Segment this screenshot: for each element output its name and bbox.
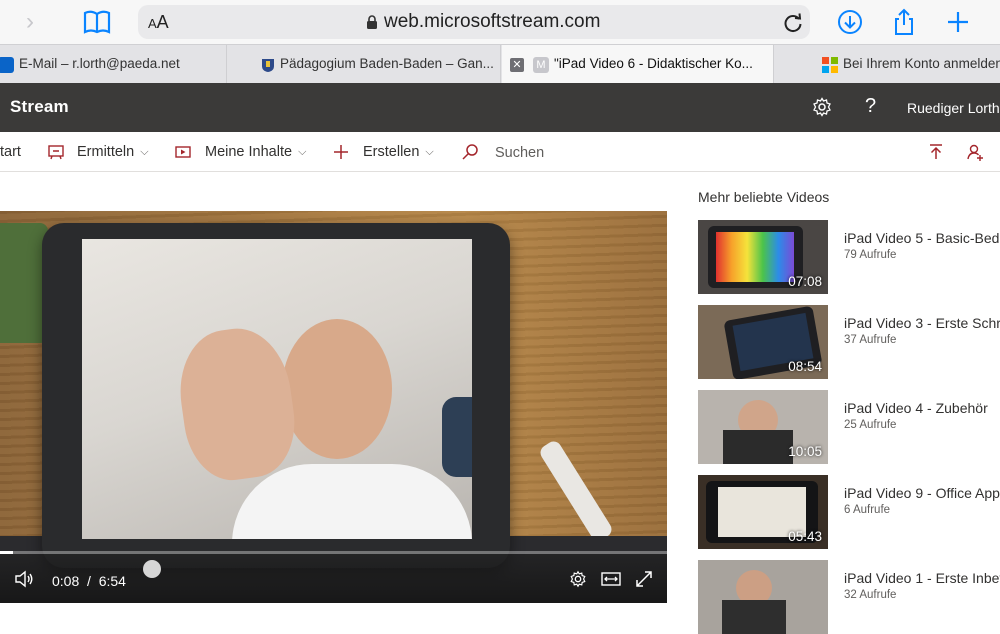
video-duration: 08:54 bbox=[788, 359, 822, 374]
reader-settings-button[interactable]: AA bbox=[148, 12, 169, 33]
video-duration: 05:43 bbox=[788, 529, 822, 544]
upload-icon[interactable] bbox=[927, 143, 945, 161]
share-icon[interactable] bbox=[890, 8, 918, 36]
video-person-hand bbox=[172, 322, 302, 486]
tab-label: E-Mail – r.lorth@paeda.net bbox=[19, 56, 180, 71]
video-settings-gear-icon[interactable] bbox=[568, 570, 588, 588]
related-video-item[interactable]: 10:05 iPad Video 4 - Zubehör 25 Aufrufe bbox=[698, 390, 1000, 464]
video-title[interactable]: iPad Video 4 - Zubehör bbox=[844, 400, 988, 416]
video-thumbnail[interactable]: 07:08 bbox=[698, 220, 828, 294]
volume-icon[interactable] bbox=[14, 570, 34, 588]
video-mug bbox=[0, 223, 48, 343]
video-person-head bbox=[282, 319, 392, 459]
stream-header: Stream ? Ruediger Lorth bbox=[0, 83, 1000, 132]
tab-email[interactable]: E-Mail – r.lorth@paeda.net bbox=[0, 45, 227, 83]
video-views: 37 Aufrufe bbox=[844, 334, 897, 346]
tab-account-login[interactable]: Bei Ihrem Konto anmelden bbox=[775, 45, 1000, 83]
chevron-down-icon: ⌵ bbox=[298, 146, 307, 158]
tab-label: "iPad Video 6 - Didaktischer Ko... bbox=[554, 56, 753, 71]
total-duration: 6:54 bbox=[98, 573, 126, 589]
video-controls: 0:08 / 6:54 bbox=[0, 554, 667, 603]
reload-icon[interactable] bbox=[782, 12, 804, 34]
video-title[interactable]: iPad Video 5 - Basic-Bedi bbox=[844, 230, 1000, 246]
related-video-item[interactable]: 07:08 iPad Video 5 - Basic-Bedi 79 Aufru… bbox=[698, 220, 1000, 294]
video-person-body bbox=[232, 464, 472, 539]
theater-mode-icon[interactable] bbox=[601, 570, 621, 588]
video-phone bbox=[442, 397, 472, 477]
close-tab-icon[interactable]: ✕ bbox=[510, 58, 524, 72]
video-title[interactable]: iPad Video 3 - Erste Schri bbox=[844, 315, 1000, 331]
nav-my-content[interactable]: Meine Inhalte ⌵ bbox=[205, 144, 306, 160]
stream-nav-bar: tart Ermitteln ⌵ Meine Inhalte ⌵ Erstellen… bbox=[0, 132, 1000, 172]
new-tab-icon[interactable] bbox=[944, 8, 972, 36]
fullscreen-icon[interactable] bbox=[634, 570, 654, 588]
nav-discover-label: Ermitteln bbox=[77, 144, 135, 160]
video-ipad bbox=[42, 223, 510, 568]
video-duration: 07:08 bbox=[788, 274, 822, 289]
chevron-down-icon: ⌵ bbox=[140, 146, 149, 158]
tab-paedagogium[interactable]: Pädagogium Baden-Baden – Gan... bbox=[228, 45, 501, 83]
video-thumbnail[interactable] bbox=[698, 560, 828, 634]
video-views: 6 Aufrufe bbox=[844, 504, 891, 516]
current-time: 0:08 bbox=[52, 573, 80, 589]
video-scrubber-handle[interactable] bbox=[143, 560, 161, 578]
video-ipad-screen bbox=[82, 239, 472, 539]
search-input[interactable]: Suchen bbox=[495, 145, 544, 161]
video-views: 79 Aufrufe bbox=[844, 249, 897, 261]
lock-icon bbox=[367, 15, 377, 29]
help-icon[interactable]: ? bbox=[865, 95, 876, 118]
discover-icon bbox=[48, 145, 64, 160]
related-video-item[interactable]: iPad Video 1 - Erste Inbet 32 Aufrufe bbox=[698, 560, 1000, 634]
browser-tab-bar: E-Mail – r.lorth@paeda.net Pädagogium Ba… bbox=[0, 44, 1000, 83]
video-thumbnail[interactable]: 10:05 bbox=[698, 390, 828, 464]
video-views: 25 Aufrufe bbox=[844, 419, 897, 431]
nav-discover[interactable]: Ermitteln ⌵ bbox=[77, 144, 149, 160]
video-views: 32 Aufrufe bbox=[844, 589, 897, 601]
settings-gear-icon[interactable] bbox=[812, 97, 832, 117]
app-title[interactable]: Stream bbox=[10, 97, 69, 117]
video-duration: 10:05 bbox=[788, 444, 822, 459]
tab-label: Bei Ihrem Konto anmelden bbox=[843, 56, 1000, 71]
nav-my-content-label: Meine Inhalte bbox=[205, 144, 293, 160]
forward-icon[interactable]: › bbox=[26, 10, 46, 34]
add-user-icon[interactable] bbox=[966, 143, 984, 161]
nav-create-label: Erstellen bbox=[363, 144, 420, 160]
address-bar[interactable]: AA web.microsoftstream.com bbox=[138, 5, 810, 39]
time-separator: / bbox=[87, 573, 91, 589]
nav-create[interactable]: Erstellen ⌵ bbox=[363, 144, 434, 160]
nav-start[interactable]: tart bbox=[0, 144, 21, 160]
browser-toolbar: › AA web.microsoftstream.com bbox=[0, 0, 1000, 44]
related-video-item[interactable]: 08:54 iPad Video 3 - Erste Schri 37 Aufr… bbox=[698, 305, 1000, 379]
tab-label: Pädagogium Baden-Baden – Gan... bbox=[280, 56, 494, 71]
tab-ipad-video-6[interactable]: ✕ M "iPad Video 6 - Didaktischer Ko... bbox=[502, 45, 774, 83]
video-title[interactable]: iPad Video 1 - Erste Inbet bbox=[844, 570, 1000, 586]
chevron-down-icon: ⌵ bbox=[425, 146, 434, 158]
address-url: web.microsoftstream.com bbox=[384, 11, 601, 32]
my-content-icon bbox=[175, 146, 191, 158]
search-icon[interactable] bbox=[461, 143, 479, 161]
outlook-icon bbox=[0, 57, 14, 73]
video-thumbnail[interactable]: 05:43 bbox=[698, 475, 828, 549]
school-crest-icon bbox=[262, 59, 274, 72]
video-player[interactable] bbox=[0, 211, 667, 603]
video-title[interactable]: iPad Video 9 - Office App bbox=[844, 485, 1000, 501]
user-name[interactable]: Ruediger Lorth bbox=[907, 100, 1000, 116]
video-thumbnail[interactable]: 08:54 bbox=[698, 305, 828, 379]
related-video-item[interactable]: 05:43 iPad Video 9 - Office App 6 Aufruf… bbox=[698, 475, 1000, 549]
download-icon[interactable] bbox=[836, 8, 864, 36]
microsoft-logo-icon bbox=[822, 57, 838, 73]
bookmarks-icon[interactable] bbox=[82, 9, 112, 35]
sidebar-title: Mehr beliebte Videos bbox=[698, 189, 830, 205]
plus-icon bbox=[334, 145, 348, 159]
video-time: 0:08 / 6:54 bbox=[52, 573, 126, 589]
site-letter-icon: M bbox=[533, 57, 549, 73]
